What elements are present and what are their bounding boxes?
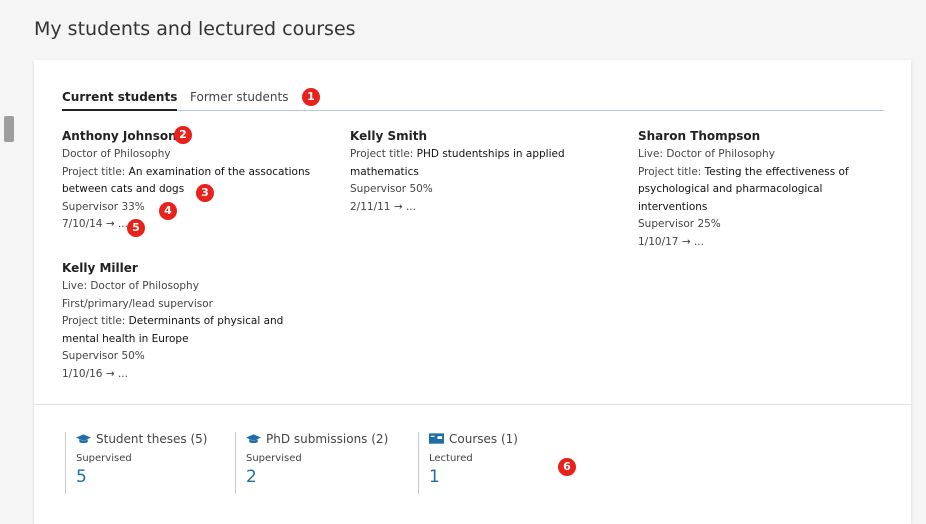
student-project-cont: mathematics [350,165,419,178]
student-card-sharon-thompson[interactable]: Sharon Thompson Live: Doctor of Philosop… [638,128,898,251]
student-degree: Doctor of Philosophy [62,148,171,160]
stat-sublabel: Supervised [76,453,132,464]
student-project-cont: psychological and pharmacological [638,183,823,195]
page-title: My students and lectured courses [34,18,356,40]
student-date: 2/11/11 → ... [350,200,416,213]
student-supervisor-share: Supervisor 25% [638,218,721,230]
student-project: Project title: PHD studentships in appli… [350,148,565,160]
stat-courses[interactable]: Courses (1) Lectured 1 [418,432,518,494]
student-project-cont: mental health in Europe [62,332,189,345]
student-tabs: Current students Former students [62,88,884,111]
student-project: Project title: An examination of the ass… [62,165,311,178]
student-card-kelly-miller[interactable]: Kelly Miller Live: Doctor of Philosophy … [62,260,322,383]
student-date: 1/10/16 → ... [62,367,128,380]
student-degree: Live: Doctor of Philosophy [638,148,775,160]
stat-label[interactable]: Student theses (5) [96,432,207,446]
stat-count[interactable]: 1 [429,467,518,487]
stat-sublabel: Lectured [429,453,473,464]
graduation-cap-icon [76,434,91,444]
presentation-board-icon [429,433,444,444]
student-supervisor-share: Supervisor 50% [350,183,433,195]
student-supervisor-share: Supervisor 50% [62,350,145,362]
student-name[interactable]: Kelly Miller [62,260,322,277]
graduation-cap-icon [246,434,261,444]
stat-phd-submissions[interactable]: PhD submissions (2) Supervised 2 [235,432,388,494]
student-project: Project title: Determinants of physical … [62,315,284,327]
stat-label[interactable]: Courses (1) [449,432,518,446]
students-card: Current students Former students 1 Antho… [34,60,911,524]
stat-count[interactable]: 2 [246,467,388,487]
student-card-kelly-smith[interactable]: Kelly Smith Project title: PHD studentsh… [350,128,610,216]
side-panel-handle[interactable] [4,116,14,142]
student-supervisor-share: Supervisor 33% [62,200,145,213]
student-name[interactable]: Kelly Smith [350,128,610,145]
student-degree: Live: Doctor of Philosophy [62,280,199,292]
tab-current-students[interactable]: Current students [62,90,178,111]
student-name[interactable]: Sharon Thompson [638,128,898,145]
annotation-marker-4: 4 [159,202,177,220]
student-project: Project title: Testing the effectiveness… [638,165,849,178]
stat-label[interactable]: PhD submissions (2) [266,432,388,446]
student-name[interactable]: Anthony Johnson [62,128,322,145]
student-project-cont: interventions [638,200,708,213]
annotation-marker-3: 3 [196,184,214,202]
annotation-marker-2: 2 [174,126,192,144]
student-role: First/primary/lead supervisor [62,297,213,310]
student-card-anthony-johnson[interactable]: Anthony Johnson Doctor of Philosophy Pro… [62,128,322,234]
stat-student-theses[interactable]: Student theses (5) Supervised 5 [65,432,207,494]
stat-count[interactable]: 5 [76,467,207,487]
stat-sublabel: Supervised [246,453,302,464]
student-date: 1/10/17 → ... [638,235,704,248]
student-project-cont: between cats and dogs [62,183,185,195]
annotation-marker-5: 5 [127,219,145,237]
tab-former-students[interactable]: Former students [190,90,288,104]
section-divider [34,404,911,405]
annotation-marker-6: 6 [558,458,576,476]
annotation-marker-1: 1 [302,88,320,106]
student-date: 7/10/14 → ... [62,218,128,230]
